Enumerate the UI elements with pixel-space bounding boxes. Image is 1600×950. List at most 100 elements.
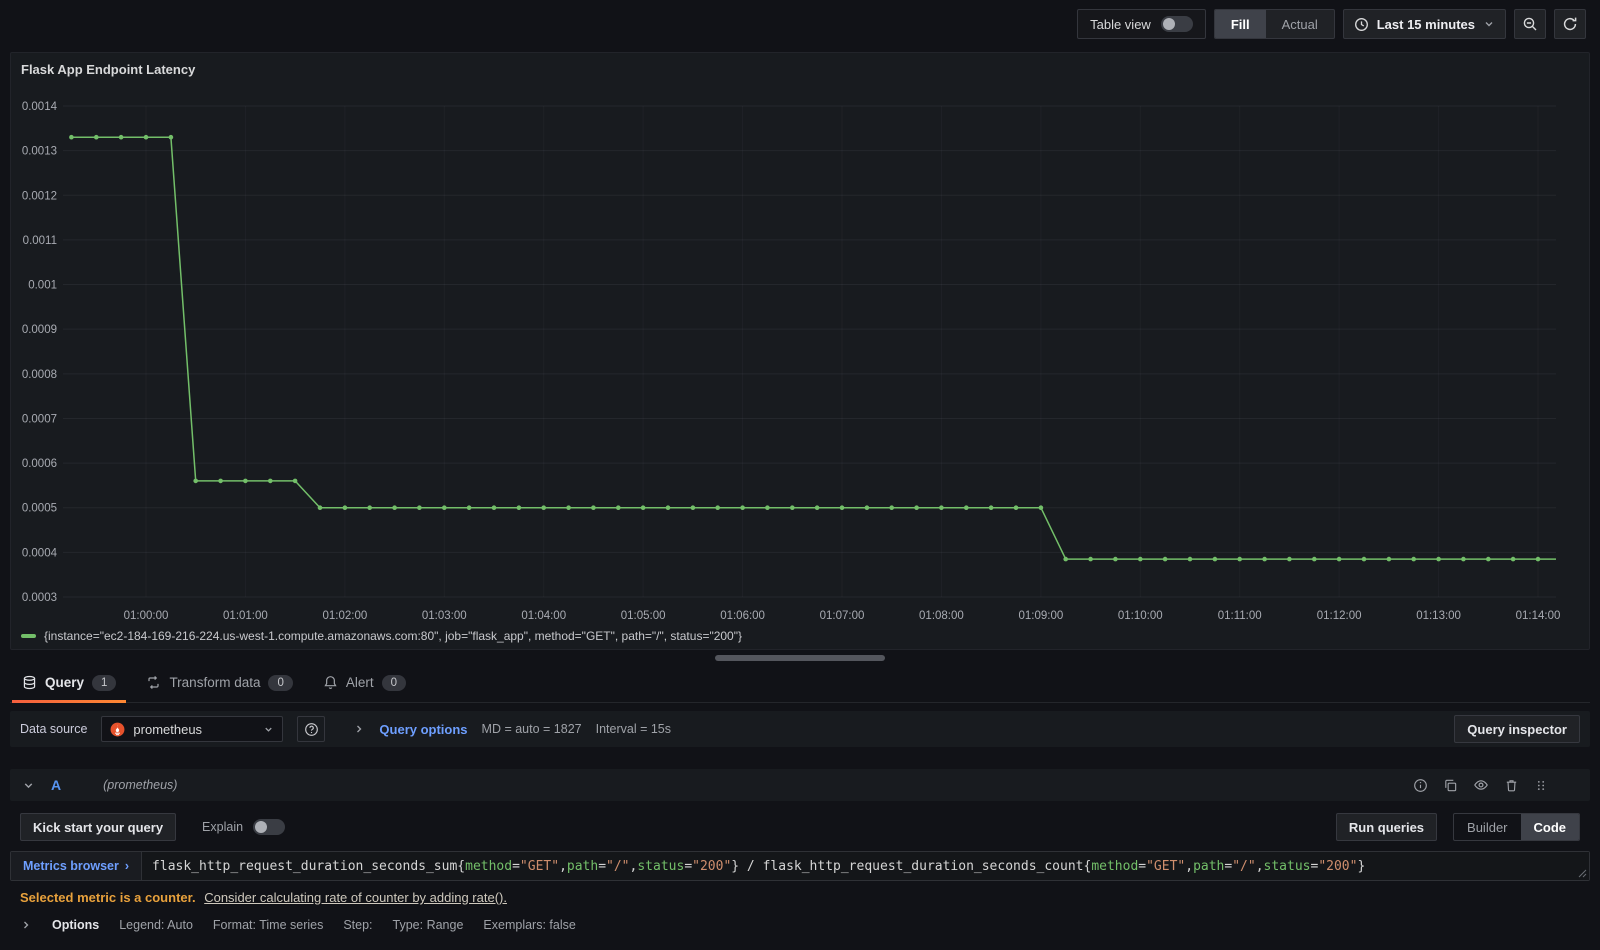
datasource-picker[interactable]: prometheus xyxy=(101,716,284,742)
svg-text:01:12:00: 01:12:00 xyxy=(1317,610,1362,622)
query-toolbar-right: Run queries Builder Code xyxy=(1335,813,1580,841)
svg-text:01:03:00: 01:03:00 xyxy=(422,610,467,622)
query-options-link[interactable]: Query options xyxy=(379,722,467,737)
tab-query-label: Query xyxy=(45,675,85,690)
info-circle-icon[interactable] xyxy=(1413,778,1428,793)
drag-handle-grip-icon[interactable] xyxy=(1534,778,1548,793)
time-range-picker[interactable]: Last 15 minutes xyxy=(1342,9,1506,39)
bell-icon xyxy=(324,676,337,689)
series-legend[interactable]: {instance="ec2-184-169-216-224.us-west-1… xyxy=(21,629,742,643)
table-view-group: Table view xyxy=(1077,9,1206,39)
tab-transform-data[interactable]: Transform data 0 xyxy=(134,663,304,702)
svg-text:0.001: 0.001 xyxy=(28,280,57,292)
horizontal-scrollbar-thumb[interactable] xyxy=(715,655,885,661)
svg-text:0.0008: 0.0008 xyxy=(22,369,57,381)
svg-text:0.0003: 0.0003 xyxy=(22,592,57,604)
options-label[interactable]: Options xyxy=(52,918,99,932)
query-options-row: Options Legend: Auto Format: Time series… xyxy=(10,918,1590,932)
promql-code[interactable]: flask_http_request_duration_seconds_sum{… xyxy=(142,852,1589,880)
svg-text:0.0006: 0.0006 xyxy=(22,458,57,470)
refresh-button[interactable] xyxy=(1554,9,1586,39)
question-circle-icon xyxy=(305,722,318,736)
svg-text:0.0007: 0.0007 xyxy=(22,413,57,425)
chevron-down-icon xyxy=(1485,22,1493,27)
database-icon xyxy=(23,675,36,690)
prometheus-icon xyxy=(110,722,125,736)
latency-chart[interactable]: 0.0014 0.0013 0.0012 0.0011 0.001 0.0009 0.000… xyxy=(11,53,1589,649)
svg-text:0.0005: 0.0005 xyxy=(22,503,57,515)
remove-query-trash-icon[interactable] xyxy=(1504,778,1519,793)
interval-text: Interval = 15s xyxy=(595,722,671,736)
warning-hint-link[interactable]: Consider calculating rate of counter by … xyxy=(204,890,507,905)
resize-handle-icon[interactable] xyxy=(1578,869,1587,878)
metrics-browser-chevron: › xyxy=(124,859,130,873)
chevron-right-icon[interactable] xyxy=(353,723,365,735)
builder-code-group: Builder Code xyxy=(1453,813,1580,841)
max-data-points-text: MD = auto = 1827 xyxy=(481,722,582,736)
kick-start-query-button[interactable]: Kick start your query xyxy=(20,813,177,841)
clock-icon xyxy=(1354,17,1368,31)
datasource-label: Data source xyxy=(20,722,88,736)
datasource-bar: Data source prometheus Query options MD … xyxy=(10,711,1590,747)
options-format: Format: Time series xyxy=(212,918,324,932)
editor-tabs: Query 1 Transform data 0 Alert 0 xyxy=(10,663,1590,703)
metrics-browser-button[interactable]: Metrics browser › xyxy=(11,852,143,880)
query-options-group: Query options MD = auto = 1827 Interval … xyxy=(353,722,671,737)
tab-alert-label: Alert xyxy=(345,675,374,690)
svg-text:0.0004: 0.0004 xyxy=(22,547,58,559)
fill-button[interactable]: Fill xyxy=(1214,10,1266,38)
tab-transform-label: Transform data xyxy=(169,675,261,690)
code-button[interactable]: Code xyxy=(1520,814,1579,840)
svg-text:01:04:00: 01:04:00 xyxy=(521,610,566,622)
explain-group: Explain xyxy=(202,819,286,835)
svg-text:01:02:00: 01:02:00 xyxy=(322,610,367,622)
chevron-down-icon xyxy=(265,727,273,732)
query-inspector-button[interactable]: Query inspector xyxy=(1454,715,1580,743)
explain-toggle[interactable] xyxy=(253,819,286,835)
legend-swatch xyxy=(21,634,36,638)
explain-label: Explain xyxy=(202,820,244,834)
tab-alert-count: 0 xyxy=(381,674,407,691)
svg-text:01:00:00: 01:00:00 xyxy=(124,610,169,622)
options-type: Type: Range xyxy=(392,918,464,932)
tab-query-count: 1 xyxy=(92,674,117,691)
zoom-out-button[interactable] xyxy=(1514,9,1546,39)
datasource-help-button[interactable] xyxy=(297,716,326,742)
svg-text:01:01:00: 01:01:00 xyxy=(223,610,268,622)
transform-icon xyxy=(148,676,160,689)
svg-text:01:06:00: 01:06:00 xyxy=(720,610,765,622)
svg-text:01:05:00: 01:05:00 xyxy=(621,610,666,622)
svg-text:0.0009: 0.0009 xyxy=(22,324,57,336)
builder-button[interactable]: Builder xyxy=(1454,814,1520,840)
time-range-label: Last 15 minutes xyxy=(1376,16,1475,32)
svg-text:01:10:00: 01:10:00 xyxy=(1118,610,1163,622)
tab-alert[interactable]: Alert 0 xyxy=(311,663,418,702)
svg-text:01:07:00: 01:07:00 xyxy=(820,610,865,622)
tab-query[interactable]: Query 1 xyxy=(10,663,128,703)
run-queries-button[interactable]: Run queries xyxy=(1335,813,1438,841)
query-row-header[interactable]: A (prometheus) xyxy=(10,769,1590,801)
options-step: Step: xyxy=(343,918,373,932)
legend-label: {instance="ec2-184-169-216-224.us-west-1… xyxy=(44,629,742,643)
tab-transform-count: 0 xyxy=(268,674,293,691)
zoom-out-icon xyxy=(1523,17,1537,31)
svg-text:0.0011: 0.0011 xyxy=(23,235,57,247)
hide-response-eye-icon[interactable] xyxy=(1473,777,1489,793)
metrics-browser-label: Metrics browser xyxy=(23,859,119,873)
options-chevron-right-icon[interactable] xyxy=(20,919,32,931)
query-toolbar: Kick start your query Explain Run querie… xyxy=(10,813,1590,841)
duplicate-query-icon[interactable] xyxy=(1443,778,1458,793)
query-ref-id: A xyxy=(51,777,62,793)
options-exemplars: Exemplars: false xyxy=(483,918,576,932)
svg-text:0.0014: 0.0014 xyxy=(22,101,58,113)
latency-panel: Flask App Endpoint Latency 0.0014 0.0013 0… xyxy=(10,52,1590,650)
refresh-icon xyxy=(1563,17,1577,31)
table-view-toggle[interactable] xyxy=(1160,16,1193,32)
fill-actual-group: Fill Actual xyxy=(1213,9,1335,39)
svg-text:01:13:00: 01:13:00 xyxy=(1416,610,1461,622)
svg-text:01:14:00: 01:14:00 xyxy=(1516,610,1561,622)
actual-button[interactable]: Actual xyxy=(1266,10,1334,38)
svg-text:01:11:00: 01:11:00 xyxy=(1218,610,1262,622)
svg-text:01:09:00: 01:09:00 xyxy=(1018,610,1063,622)
collapse-chevron-icon[interactable] xyxy=(22,779,35,792)
